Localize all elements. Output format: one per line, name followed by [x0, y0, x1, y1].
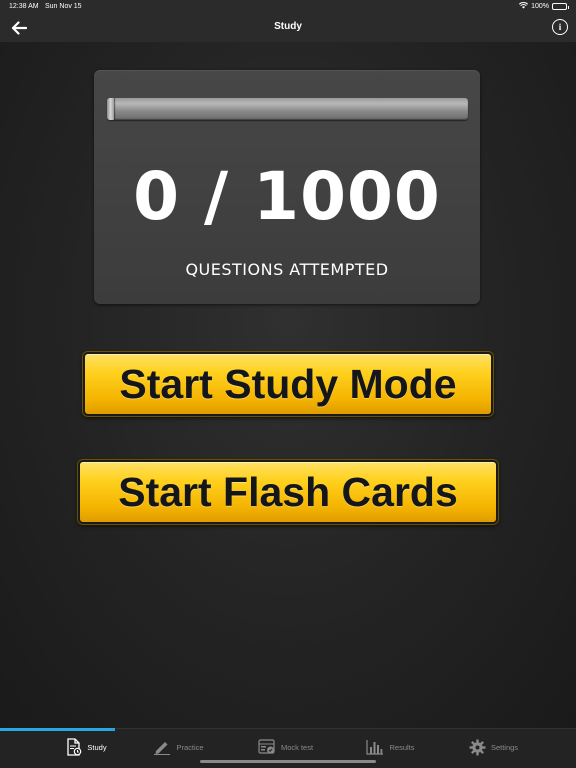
bar-chart-icon [366, 740, 384, 755]
navigation-bar: Study i [0, 14, 576, 42]
pencil-icon [154, 742, 171, 755]
progress-knob [107, 98, 114, 120]
wifi-icon [519, 2, 529, 11]
battery-percent: 100% [531, 3, 549, 10]
info-button[interactable]: i [552, 19, 568, 35]
app-screen: 12:38 AM Sun Nov 15 100% Study i 0 / 100… [0, 0, 576, 768]
test-card-icon [258, 739, 275, 754]
home-indicator [200, 760, 376, 763]
page-title: Study [274, 21, 302, 32]
tab-settings-label: Settings [490, 742, 519, 752]
start-flash-cards-label: Start Flash Cards [118, 468, 458, 515]
start-study-mode-button[interactable]: Start Study Mode [83, 352, 493, 416]
tab-settings[interactable]: Settings [436, 729, 551, 765]
progress-card: 0 / 1000 QUESTIONS ATTEMPTED [94, 70, 480, 304]
main-content: 0 / 1000 QUESTIONS ATTEMPTED Start Study… [0, 42, 576, 728]
tab-study-label: Study [87, 742, 107, 752]
status-time: 12:38 AM [9, 3, 39, 10]
status-bar: 12:38 AM Sun Nov 15 100% [0, 0, 576, 14]
status-date: Sun Nov 15 [45, 3, 82, 10]
document-icon [67, 738, 82, 756]
gear-icon [469, 739, 486, 755]
tab-mock-test-label: Mock test [280, 742, 314, 752]
tab-practice-label: Practice [176, 742, 204, 752]
battery-icon [552, 3, 569, 10]
attempted-count: 0 / 1000 [133, 158, 441, 235]
info-icon: i [558, 22, 562, 32]
status-right: 100% [519, 2, 569, 11]
start-study-mode-label: Start Study Mode [119, 360, 457, 407]
tab-results-label: Results [389, 742, 415, 752]
start-flash-cards-button[interactable]: Start Flash Cards [78, 460, 498, 524]
progress-bar [107, 98, 468, 120]
attempted-label: QUESTIONS ATTEMPTED [185, 260, 389, 279]
